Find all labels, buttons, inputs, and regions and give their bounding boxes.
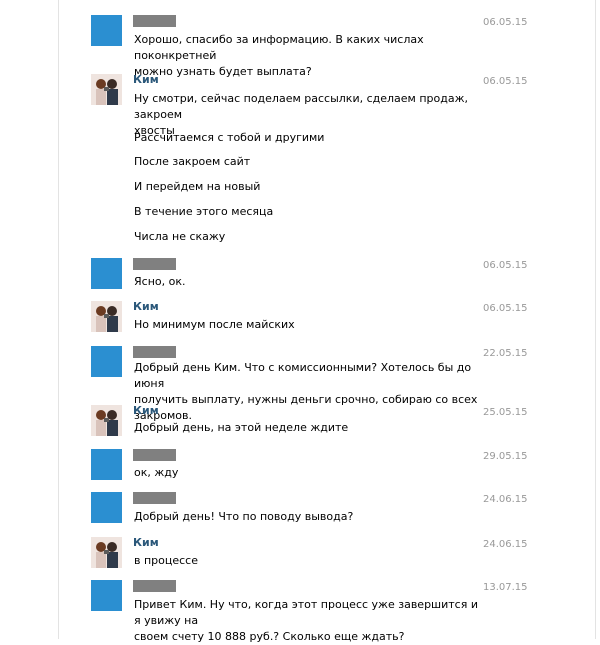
message-line: ок, жду [134,466,179,479]
message-text: ок, жду [134,465,479,481]
sender-name[interactable]: Ким [133,301,159,313]
redacted-sender-name [133,346,176,358]
message-date[interactable]: 25.05.15 [483,407,528,419]
user-photo-avatar[interactable] [91,405,122,436]
redacted-sender-name [133,580,176,592]
message-date[interactable]: 06.05.15 [483,17,528,29]
redacted-sender-name [133,15,176,27]
message-line: Привет Ким. Ну что, когда этот процесс у… [134,598,478,627]
message-text: Хорошо, спасибо за информацию. В каких ч… [134,32,479,80]
user-photo-avatar[interactable] [91,74,122,105]
message-line: В течение этого месяца [134,205,274,218]
message-line: Добрый день! Что по поводу вывода? [134,510,354,523]
message-date[interactable]: 06.05.15 [483,76,528,88]
message-line: можно узнать будет выплата? [134,65,312,78]
message-text: в процессе [134,553,479,569]
avatar[interactable] [91,449,122,480]
message-text: Добрый день Ким. Что с комиссионными? Хо… [134,360,479,424]
message-line: Числа не скажу [134,230,226,243]
message-text: Добрый день! Что по поводу вывода? [134,509,479,525]
avatar[interactable] [91,580,122,611]
message-date[interactable]: 13.07.15 [483,582,528,594]
right-border [595,0,596,639]
message-text: Добрый день, на этой неделе ждите [134,420,479,436]
message-date[interactable]: 06.05.15 [483,303,528,315]
message-line: Ну смотри, сейчас поделаем рассылки, сде… [134,92,468,121]
redacted-sender-name [133,492,176,504]
avatar[interactable] [91,492,122,523]
message-line: в процессе [134,554,199,567]
avatar[interactable] [91,346,122,377]
left-border [58,0,59,639]
message-line: Рассчитаемся с тобой и другими [134,131,325,144]
message-text: Ясно, ок. [134,274,479,290]
message-line: Хорошо, спасибо за информацию. В каких ч… [134,33,424,62]
message-line: Добрый день, на этой неделе ждите [134,421,349,434]
redacted-sender-name [133,449,176,461]
sender-name[interactable]: Ким [133,74,159,86]
message-line: Но минимум после майских [134,318,295,331]
message-line: И перейдем на новый [134,180,261,193]
message-line: Добрый день Ким. Что с комиссионными? Хо… [134,361,472,390]
message-date[interactable]: 24.06.15 [483,539,528,551]
message-line: После закроем сайт [134,155,251,168]
sender-name[interactable]: Ким [133,405,159,417]
message-date[interactable]: 24.06.15 [483,494,528,506]
avatar[interactable] [91,258,122,289]
message-date[interactable]: 29.05.15 [483,451,528,463]
message-date[interactable]: 06.05.15 [483,260,528,272]
message-text: Привет Ким. Ну что, когда этот процесс у… [134,597,479,645]
user-photo-avatar[interactable] [91,301,122,332]
avatar[interactable] [91,15,122,46]
message-line: Ясно, ок. [134,275,186,288]
message-text: Но минимум после майских [134,317,479,333]
user-photo-avatar[interactable] [91,537,122,568]
message-date[interactable]: 22.05.15 [483,348,528,360]
message-line: своем счету 10 888 руб.? Сколько еще жда… [134,630,405,643]
redacted-sender-name [133,258,176,270]
sender-name[interactable]: Ким [133,537,159,549]
